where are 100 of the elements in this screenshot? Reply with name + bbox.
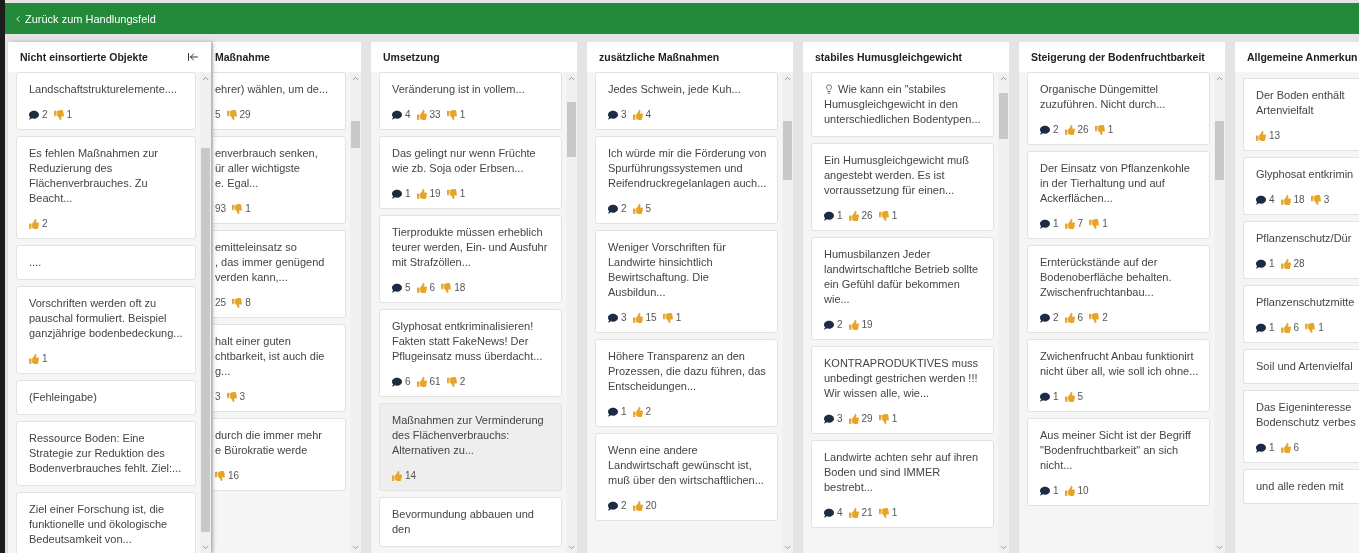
idea-card[interactable]: Wie kann ein "stabiles Humusgleichgewicht in den unterschiedlichen Bodentypen... — [811, 72, 994, 137]
count-label: 5 — [215, 109, 221, 120]
scrollbar[interactable] — [566, 72, 577, 553]
idea-card[interactable]: durch die immer mehr e Bürokratie werde 16 — [213, 418, 346, 491]
scrollbar[interactable] — [200, 72, 211, 553]
count-label: 1 — [245, 203, 251, 214]
idea-card[interactable]: Weniger Vorschriften für Landwirte hinsichtlich Bewirtschaftung. Die Ausbildun... 3 15 1 — [595, 230, 778, 333]
idea-card[interactable]: Ziel einer Forschung ist, die funktionelle und ökologische Bedeutsamkeit von... — [16, 492, 196, 553]
idea-card[interactable]: KONTRAPRODUKTIVES muss unbedingt gestrichen werden !!! Wir wissen alle, wie... 3 29 1 — [811, 346, 994, 434]
scrollbar[interactable] — [350, 72, 361, 553]
count-label: 25 — [215, 297, 227, 308]
count-label: 1 — [1053, 218, 1059, 229]
collapse-icon[interactable] — [187, 51, 199, 63]
idea-card[interactable]: Soil und Artenvielfal — [1243, 349, 1359, 384]
idea-card[interactable]: Zwichenfrucht Anbau funktionirt nicht über all, wie soll ich ohne... 1 5 — [1027, 339, 1210, 412]
idea-card[interactable]: enverbrauch senken, ür aller wichtigste e. Egal... 93 1 — [213, 136, 346, 224]
thumbs-down-icon — [1089, 312, 1100, 323]
idea-card[interactable]: Glyphosat entkriminalisieren! Fakten statt FakeNews! Der Pflugeinsatz muss überdacht... 6 61 2 — [379, 309, 562, 397]
count-label: 3 — [215, 391, 221, 402]
idea-card[interactable]: Wenn eine andere Landwirtschaft gewünscht ist, muß über den wirtschaftlichen... 2 20 — [595, 433, 778, 521]
card-text: durch die immer mehr e Bürokratie werde — [215, 428, 323, 458]
thumbs-down-icon — [53, 109, 64, 120]
idea-card[interactable]: .... — [16, 245, 196, 280]
thumbs-up-icon — [848, 507, 859, 518]
column-title: Nicht einsortierte Objekte — [20, 51, 149, 63]
card-text: KONTRAPRODUKTIVES muss unbedingt gestrichen werden !!! Wir wissen alle, wie... — [824, 356, 980, 401]
idea-card[interactable]: Ein Humusgleichgewicht muß angestebt werden. Es ist vorraussetzung für einen... 1 26 1 — [811, 143, 994, 231]
idea-card[interactable]: Glyphosat entkrimin 4 18 3 — [1243, 157, 1359, 215]
count-label: 13 — [1269, 130, 1281, 141]
idea-card[interactable]: Ernterückstände auf der Bodenoberfläche behalten. Zwischenfruchtanbau... 2 6 2 — [1027, 245, 1210, 333]
thumbs-up-icon — [848, 319, 859, 330]
scrollbar-thumb[interactable] — [1215, 120, 1224, 180]
idea-card[interactable]: Der Boden enthält Artenvielfalt 13 — [1243, 78, 1359, 151]
scrollbar-thumb[interactable] — [351, 120, 360, 148]
idea-card[interactable]: emitteleinsatz so , das immer genügend verden kann,... 25 8 — [213, 230, 346, 318]
card-text: Ziel einer Forschung ist, die funktionelle und ökologische Bedeutsamkeit von... — [29, 502, 169, 547]
card-text: Aus meiner Sicht ist der Begriff "Bodenfruchtbarkeit" an sich nicht... — [1040, 428, 1192, 473]
count-label: 29 — [239, 109, 251, 120]
idea-card[interactable]: Bevormundung abbauen und den — [379, 497, 562, 547]
column-title: Maßnahme — [215, 51, 271, 63]
idea-card[interactable]: Ich würde mir die Förderung von Spurführungssystemen und Reifendruckregelanlagen auch... 2 5 — [595, 136, 778, 224]
idea-card[interactable]: und alle reden mit — [1243, 469, 1359, 504]
count-label: 26 — [861, 210, 873, 221]
thumbs-down-icon — [1089, 218, 1100, 229]
scrollbar[interactable] — [998, 72, 1009, 553]
idea-card[interactable]: Höhere Transparenz an den Prozessen, die dazu führen, das Entscheidungen... 1 2 — [595, 339, 778, 427]
count-label: 1 — [405, 188, 411, 199]
comment-icon — [1040, 391, 1050, 402]
idea-card[interactable]: Vorschriften werden oft zu pauschal formuliert. Beispiel ganzjährige bodenbedeckung... 1 — [16, 286, 196, 374]
comment-icon — [608, 500, 618, 511]
idea-card[interactable]: Veränderung ist in vollem... 4 33 1 — [379, 72, 562, 130]
idea-card[interactable]: Pflanzenschutz/Dür 1 28 — [1243, 221, 1359, 279]
count-label: 3 — [621, 312, 627, 323]
idea-card[interactable]: Ressource Boden: Eine Strategie zur Reduktion des Bodenverbrauches fehlt. Ziel:... — [16, 421, 196, 486]
count-label: 18 — [454, 282, 466, 293]
scrollbar[interactable] — [782, 72, 793, 553]
idea-card[interactable]: Es fehlen Maßnahmen zur Reduzierung des Flächenverbrauches. Zu Beacht... 2 — [16, 136, 196, 239]
scrollbar-thumb[interactable] — [783, 120, 792, 180]
count-label: 1 — [1269, 258, 1275, 269]
comment-icon — [1256, 322, 1266, 333]
card-text: Ernterückstände auf der Bodenoberfläche behalten. Zwischenfruchtanbau... — [1040, 255, 1173, 300]
count-label: 1 — [1053, 485, 1059, 496]
idea-card[interactable]: Landschaftstrukturelemente.... 2 1 — [16, 72, 196, 130]
idea-card[interactable]: Das gelingt nur wenn Früchte wie zb. Soja oder Erbsen... 1 19 1 — [379, 136, 562, 209]
comment-icon — [1256, 442, 1266, 453]
thumbs-up-icon — [1280, 194, 1291, 205]
scrollbar-thumb[interactable] — [567, 102, 576, 158]
count-label: 19 — [861, 319, 873, 330]
scrollbar[interactable] — [1214, 72, 1225, 553]
comment-icon — [392, 109, 402, 120]
idea-card[interactable]: Aus meiner Sicht ist der Begriff "Bodenfruchtbarkeit" an sich nicht... 1 10 — [1027, 418, 1210, 506]
idea-card[interactable]: Pflanzenschutzmitte 1 6 1 — [1243, 285, 1359, 343]
thumbs-down-icon — [232, 297, 243, 308]
idea-card[interactable]: Der Einsatz von Pflanzenkohle in der Tierhaltung und auf Ackerflächen... 1 7 1 — [1027, 151, 1210, 239]
card-text: Bevormundung abbauen und den — [392, 507, 535, 537]
scrollbar-thumb[interactable] — [999, 93, 1008, 139]
scrollbar-thumb[interactable] — [201, 147, 210, 532]
count-label: 5 — [1077, 391, 1084, 402]
idea-card[interactable]: Landwirte achten sehr auf ihren Boden und sind IMMER bestrebt... 4 21 1 — [811, 440, 994, 528]
card-text: Ich würde mir die Förderung von Spurführungssystemen und Reifendruckregelanlagen auch... — [608, 146, 767, 191]
idea-card[interactable]: Jedes Schwein, jede Kuh... 3 4 — [595, 72, 778, 130]
column-title: zusätzliche Maßnahmen — [599, 51, 721, 63]
idea-card[interactable]: (Fehleingabe) — [16, 380, 196, 415]
thumbs-up-icon — [1280, 442, 1291, 453]
idea-card[interactable]: Das Eigeninteresse Bodenschutz verbes 1 6 — [1243, 390, 1359, 463]
idea-card[interactable]: Tierprodukte müssen erheblich teurer werden, Ein- und Ausfuhr mit Strafzöllen... 5 6 18 — [379, 215, 562, 303]
idea-card[interactable]: ehrer) wählen, um de... 5 29 — [213, 72, 346, 130]
column-title: Steigerung der Bodenfruchtbarkeit — [1031, 51, 1206, 63]
idea-card[interactable]: Humusbilanzen Jeder landwirtschaftlche Betrieb sollte ein Gefühl dafür bekommen wie... 2 19 — [811, 237, 994, 340]
idea-card[interactable]: Maßnahmen zur Verminderung des Flächenverbrauchs: Alternativen zu... 14 — [379, 403, 562, 491]
card-text: Soil und Artenvielfal — [1256, 359, 1354, 374]
idea-card[interactable]: halt einer guten chtbarkeit, ist auch die g... 3 3 — [213, 324, 346, 412]
count-label: 1 — [459, 109, 466, 120]
card-text: Wie kann ein "stabiles Humusgleichgewicht in den unterschiedlichen Bodentypen... — [824, 82, 982, 127]
idea-card[interactable]: Organische Düngemittel zuzuführen. Nicht durch... 2 26 1 — [1027, 72, 1210, 145]
count-label: 1 — [1102, 218, 1108, 229]
count-label: 2 — [621, 500, 627, 511]
back-link[interactable]: Zurück zum Handlungsfeld — [13, 12, 156, 25]
count-label: 6 — [1077, 312, 1084, 323]
thumbs-down-icon — [662, 312, 673, 323]
